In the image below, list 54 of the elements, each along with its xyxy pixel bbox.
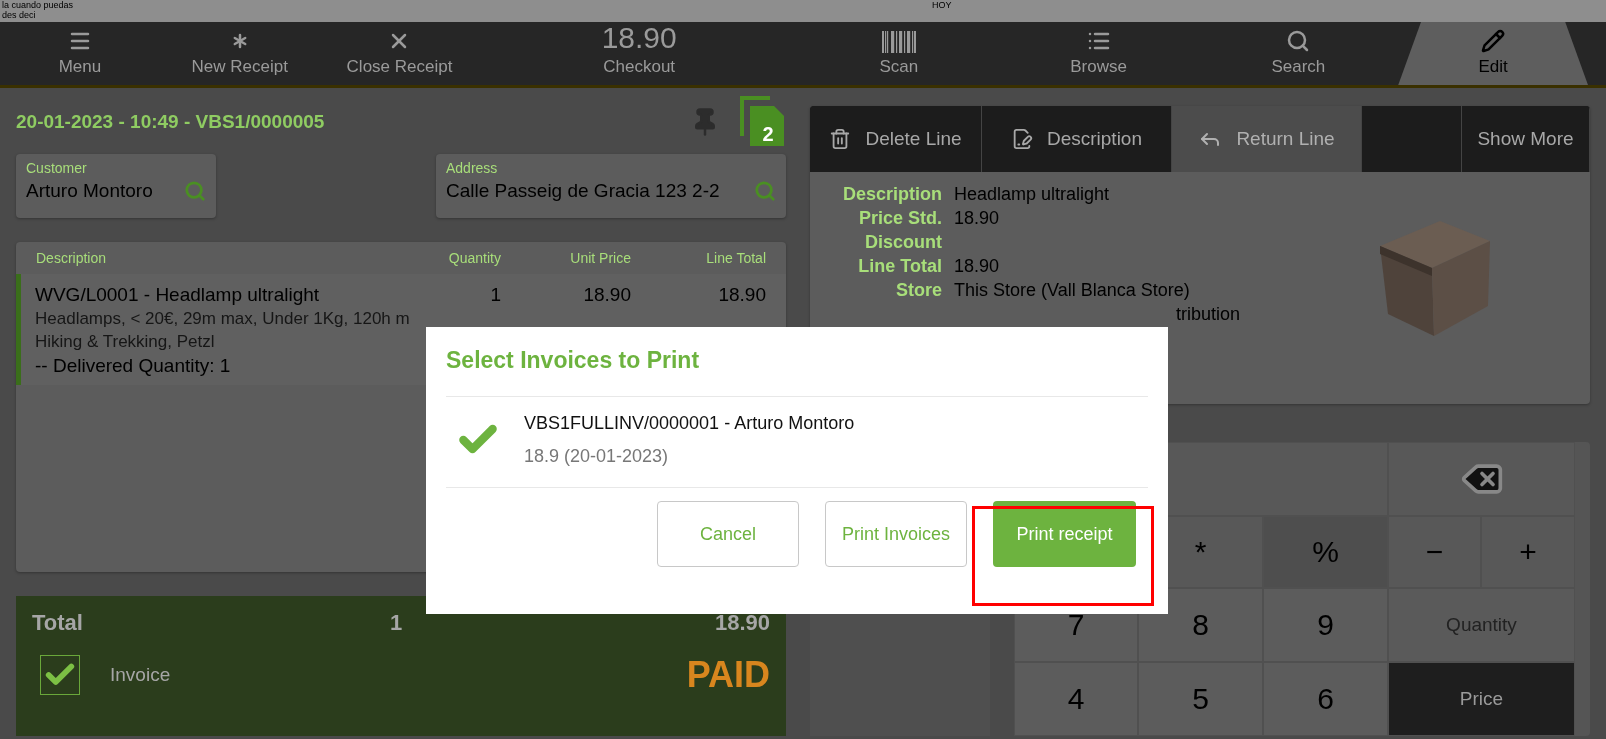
invoice-label: Invoice [110, 664, 172, 686]
detail-label: Line Total [857, 256, 942, 277]
customer-field[interactable]: Customer Arturo Montoro [16, 154, 216, 218]
barcode-icon [881, 31, 916, 53]
keypad-key[interactable]: 5 [1138, 662, 1263, 736]
detail-value: 18.90 [954, 256, 1001, 277]
keypad-key[interactable]: Quantity [1388, 588, 1575, 662]
keypad-key[interactable]: % [1263, 516, 1388, 588]
detail-label: Discount [864, 232, 942, 253]
detail-value: Headlamp ultralight [954, 184, 1111, 205]
dialog-button[interactable]: Cancel [657, 501, 799, 567]
toolbar-tab[interactable]: Scan [799, 22, 999, 85]
action-button[interactable]: Delete Line [810, 106, 982, 172]
keypad-key[interactable]: 8 [1138, 588, 1263, 662]
total-label: Total [32, 610, 84, 636]
paid-status: PAID [686, 654, 770, 696]
column-header: Quantity [447, 249, 501, 268]
keypad-key[interactable]: 9 [1263, 588, 1388, 662]
toolbar-tab[interactable]: Browse [998, 22, 1199, 85]
keypad-key[interactable]: 4 [1014, 662, 1138, 736]
total-quantity: 1 [390, 610, 404, 636]
column-header: Description [36, 249, 108, 268]
search-icon[interactable] [754, 180, 776, 202]
detail-value: This Store (Vall Blanca Store) [954, 280, 1191, 301]
toolbar-tab[interactable]: Close Receipt [319, 22, 480, 85]
note-text: la cuando puedas [2, 0, 75, 10]
keypad-key[interactable]: + [1481, 516, 1575, 588]
search-icon [1286, 29, 1311, 53]
note-text: HOY [932, 0, 952, 12]
toolbar-tab[interactable]: Edit [1398, 22, 1588, 85]
receipt-title: 20-01-2023 - 10:49 - VBS1/0000005 [16, 111, 326, 133]
pencil-icon [1481, 29, 1506, 53]
toolbar-tab[interactable]: 18.90 Checkout [479, 22, 799, 85]
detail-label: Price Std. [857, 208, 942, 229]
toolbar-tab[interactable]: New Receipt [159, 22, 320, 85]
dialog-button[interactable]: Print receipt [993, 501, 1136, 567]
keypad-key[interactable]: Price [1388, 662, 1575, 736]
dialog-button[interactable]: Print Invoices [825, 501, 967, 567]
address-field[interactable]: Address Calle Passeig de Gracia 123 2-2 [436, 154, 786, 218]
detail-label: Store [895, 280, 942, 301]
column-header: Unit Price [569, 249, 631, 268]
detail-label: Description [841, 184, 942, 205]
column-header: Line Total [705, 249, 766, 268]
search-icon[interactable] [184, 180, 206, 202]
detail-value: 18.90 [954, 208, 1001, 229]
keypad-key[interactable]: − [1388, 516, 1481, 588]
total-amount: 18.90 [713, 610, 770, 636]
toolbar-tab[interactable]: Search [1198, 22, 1399, 85]
toolbar-tab[interactable]: Menu [0, 22, 160, 85]
trash-icon [829, 128, 852, 150]
note-text: des deci [2, 10, 37, 20]
invoice-checkbox[interactable] [40, 655, 80, 695]
detail-value: tribution [1175, 304, 1242, 325]
keypad-key[interactable]: 6 [1263, 662, 1388, 736]
